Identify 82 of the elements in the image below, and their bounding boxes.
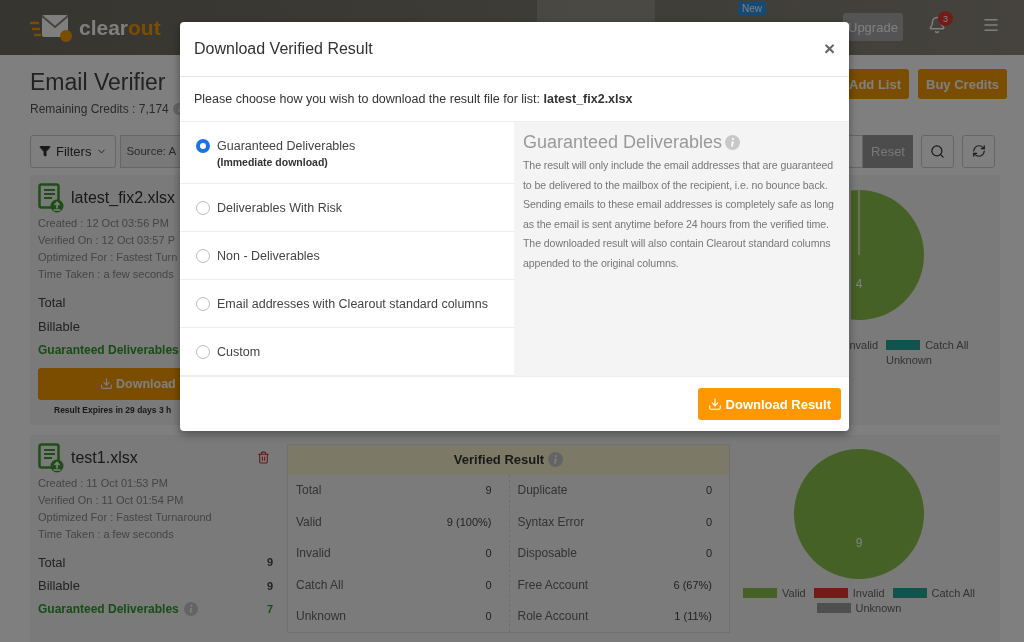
result-value: 6 (67%) — [673, 578, 712, 591]
result-label: Role Account — [517, 609, 589, 624]
remaining-credits: Remaining Credits : 7,174 — [30, 102, 169, 116]
result-value: 9 — [485, 484, 492, 497]
radio-button[interactable] — [196, 296, 210, 311]
option-label: Email addresses with Clearout standard columns — [217, 296, 488, 311]
result-value: 1 (11%) — [674, 610, 712, 623]
table-title: Verified Result — [453, 452, 545, 467]
stat-label: Billable — [38, 318, 80, 334]
info-icon — [548, 452, 564, 467]
detail-text: The result will only include the email addresses that are guaranteed to be delivered to the mailbox of the recipient, i.e. no bounce back. Sending emails to these email addresses is completely safe as long as the email is sent anytime before 24 hours from the verified time. The downloaded result will also contain Clearout standard columns appended to the original columns. — [523, 158, 835, 271]
result-label: Valid — [296, 514, 322, 529]
notification-count: 3 — [938, 11, 953, 26]
download-option[interactable]: Deliverables With Risk — [180, 184, 514, 232]
option-label: Guaranteed Deliverables — [217, 139, 356, 153]
stat-label: Total — [38, 295, 66, 311]
file-name: test1.xlsx — [71, 448, 138, 467]
stat-label: Guaranteed Deliverables — [38, 342, 179, 357]
result-label: Total — [296, 483, 322, 498]
stat-value: 9 — [266, 579, 273, 592]
legend-label: Catch All — [925, 339, 969, 351]
search-icon — [930, 143, 945, 159]
file-icon — [38, 442, 64, 473]
filters-button[interactable]: Filters — [30, 134, 117, 168]
dialog-title: Download Verified Result — [194, 40, 373, 58]
radio-button[interactable] — [196, 200, 210, 215]
legend-label: Valid — [782, 586, 806, 599]
detail-title: Guaranteed Deliverables — [523, 132, 723, 153]
result-value: 0 — [485, 578, 492, 591]
logo-text: clearout — [79, 15, 161, 40]
download-icon — [100, 377, 113, 390]
radio-button[interactable] — [196, 139, 210, 153]
new-badge: New — [738, 2, 766, 15]
option-label: Custom — [217, 344, 261, 359]
download-option[interactable]: Non - Deliverables — [180, 232, 514, 280]
result-value: 0 — [485, 610, 492, 623]
radio-button[interactable] — [196, 344, 210, 359]
refresh-button[interactable] — [962, 134, 995, 168]
legend-label: Invalid — [852, 586, 885, 599]
result-label: Free Account — [517, 577, 589, 592]
stat-label: Guaranteed Deliverables — [38, 602, 179, 617]
close-button[interactable]: × — [823, 38, 835, 60]
legend-label: Unknown — [855, 601, 902, 614]
refresh-icon — [971, 144, 986, 158]
result-value: 9 (100%) — [446, 515, 492, 528]
download-icon — [707, 397, 722, 411]
legend-label: Catch All — [931, 586, 975, 599]
result-label: Unknown — [296, 609, 347, 624]
stat-label: Billable — [38, 578, 80, 594]
bell-icon[interactable] — [928, 16, 946, 34]
page-title: Email Verifier — [30, 69, 167, 96]
option-note: (Immediate download) — [217, 156, 329, 168]
stat-value: 9 — [266, 556, 273, 569]
result-value: 0 — [705, 484, 712, 497]
option-label: Non - Deliverables — [217, 248, 320, 263]
result-label: Duplicate — [517, 483, 568, 498]
file-icon — [38, 183, 64, 213]
result-value: 0 — [705, 547, 712, 560]
download-option[interactable]: Email addresses with Clearout standard columns — [180, 280, 514, 328]
result-label: Disposable — [517, 546, 577, 561]
slice-label: 4 — [855, 277, 863, 291]
result-label: Invalid — [296, 546, 331, 561]
result-value: 0 — [485, 547, 492, 560]
expiry-text: Result Expires in 29 days 3 h — [54, 404, 172, 415]
search-button[interactable] — [921, 134, 954, 168]
radio-button[interactable] — [196, 248, 210, 263]
stat-label: Total — [38, 554, 66, 570]
menu-icon[interactable] — [982, 16, 1000, 34]
result-label: Syntax Error — [517, 514, 585, 529]
filter-icon — [39, 145, 51, 157]
legend-label: Unknown — [886, 354, 932, 366]
info-icon — [183, 602, 198, 617]
legend-label: nvalid — [849, 339, 879, 351]
result-value: 0 — [705, 515, 712, 528]
stat-value: 7 — [266, 603, 273, 616]
trash-icon[interactable] — [257, 451, 270, 464]
slice-label: 9 — [855, 535, 863, 550]
download-option[interactable]: Custom — [180, 328, 514, 376]
file-name: latest_fix2.xlsx — [71, 189, 176, 207]
result-label: Catch All — [296, 577, 344, 592]
option-label: Deliverables With Risk — [217, 200, 343, 215]
info-icon — [725, 135, 741, 150]
